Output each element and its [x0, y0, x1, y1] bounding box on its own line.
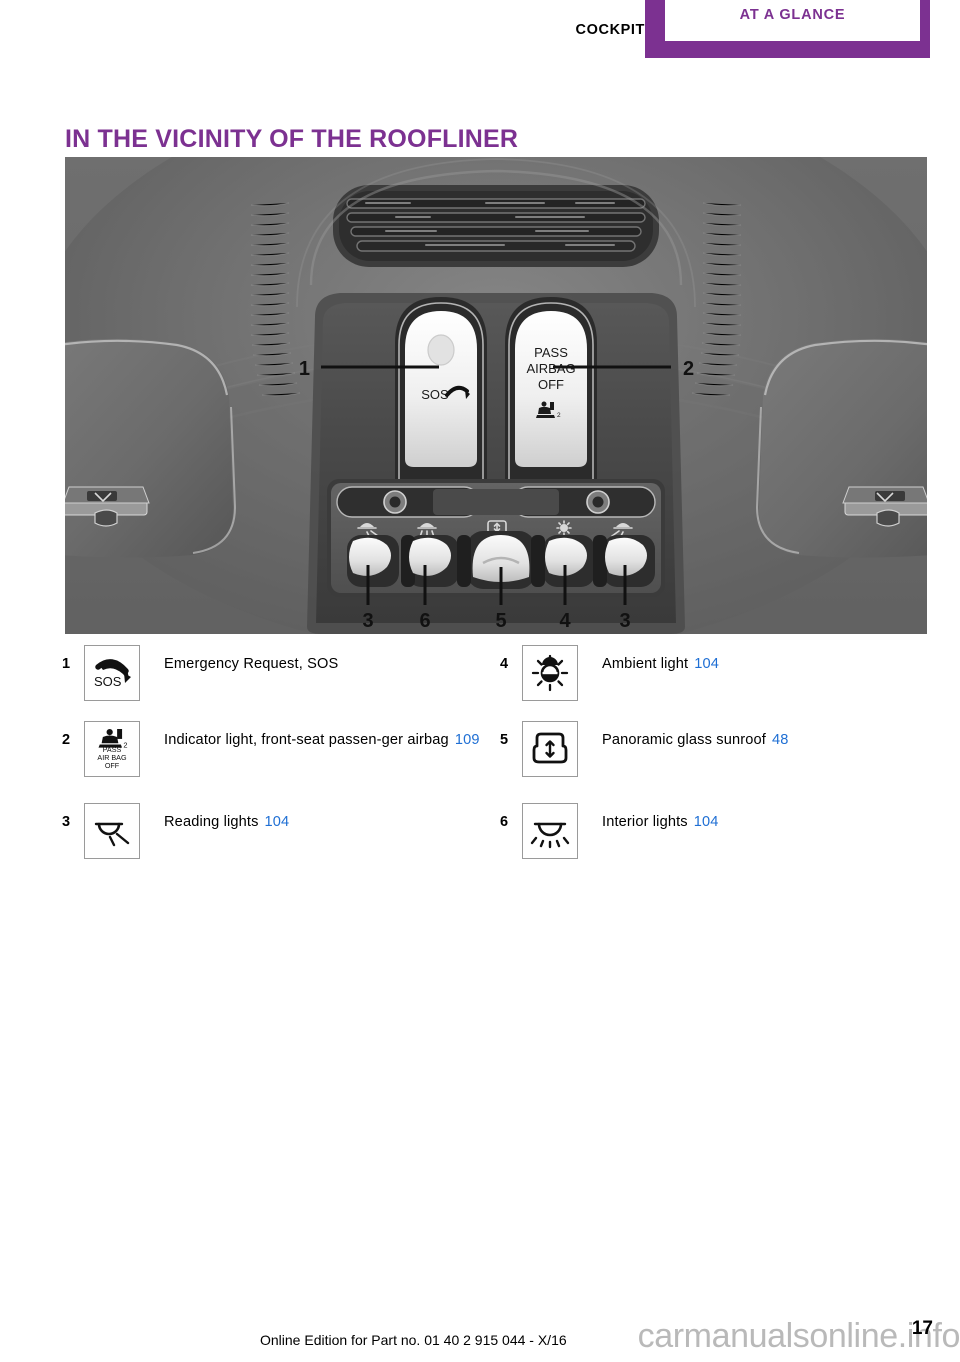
legend-number: 3 [62, 814, 71, 830]
legend-label: Panoramic glass sunroof 48 [602, 721, 930, 751]
legend-label-text: Panoramic glass sunroof [602, 732, 766, 748]
sun-visor-right [755, 338, 927, 558]
legend-label-text: Emergency Request, SOS [164, 656, 339, 672]
photo-callout-6: 6 [419, 610, 430, 632]
interior-light-icon [522, 803, 578, 859]
legend-pageref[interactable]: 104 [694, 656, 719, 672]
legend-pageref[interactable]: 104 [265, 814, 290, 830]
svg-text:2: 2 [557, 412, 561, 419]
header-chapter-label: COCKPIT [575, 22, 645, 38]
legend-label: Interior lights 104 [602, 803, 930, 833]
reading-light-icon [84, 803, 140, 859]
legend-number: 4 [500, 656, 509, 672]
ambient-light-sun-icon [522, 645, 578, 701]
svg-text:OFF: OFF [538, 377, 564, 392]
legend-pageref[interactable]: 48 [772, 732, 789, 748]
panoramic-sunroof-icon [522, 721, 578, 777]
page-number: 17 [911, 1318, 933, 1339]
edition-note: Online Edition for Part no. 01 40 2 915 … [260, 1332, 567, 1348]
photo-callout-3-left: 3 [362, 610, 373, 632]
legend-row-4: 4 Ambient light 104 [500, 645, 930, 711]
legend-row-5: 5 Panoramic glass sunroof 48 [500, 721, 930, 793]
svg-text:2: 2 [683, 358, 694, 380]
page-footer: carmanualsonline.info Online Edition for… [0, 1310, 960, 1362]
photo-callout-5: 5 [495, 610, 506, 632]
legend-label: Ambient light 104 [602, 645, 930, 675]
photo-callout-3-right: 3 [619, 610, 630, 632]
roofliner-photo: SOS PASS AIRBAG OFF 2 1 2 3 6 5 4 3 [65, 157, 927, 634]
legend-label: Reading lights 104 [164, 803, 492, 833]
page-title: IN THE VICINITY OF THE ROOFLINER [65, 124, 519, 153]
legend-number: 2 [62, 732, 71, 748]
legend-label: Indicator light, front-seat passen‑ger a… [164, 721, 492, 751]
page-header: COCKPIT AT A GLANCE [0, 0, 960, 70]
pass-airbag-off-button[interactable]: PASS AIRBAG OFF 2 [515, 311, 587, 467]
sos-phone-icon: SOS [84, 645, 140, 701]
section-tab: AT A GLANCE [645, 0, 930, 58]
legend-row-3: 3 Reading lights 104 [62, 803, 492, 869]
legend-number: 6 [500, 814, 509, 830]
legend-column-right: 4 Ambient light 104 5 Panoramic glass su… [500, 645, 930, 879]
legend-column-left: 1 SOS Emergency Request, SOS 2 2 PASS AI… [62, 645, 492, 879]
legend-row-1: 1 SOS Emergency Request, SOS [62, 645, 492, 711]
legend-pageref[interactable]: 104 [694, 814, 719, 830]
legend-label-text: Ambient light [602, 656, 689, 672]
legend-label-text: Indicator light, front-seat passen‑ger a… [164, 732, 449, 748]
svg-text:PASS: PASS [534, 345, 568, 360]
legend-pageref[interactable]: 109 [455, 732, 480, 748]
roof-control-panel [327, 479, 665, 597]
legend-label-text: Interior lights [602, 814, 688, 830]
legend-label: Emergency Request, SOS [164, 645, 492, 675]
svg-text:SOS: SOS [94, 674, 122, 689]
sos-button-text: SOS [421, 387, 449, 402]
pass-airbag-off-icon: 2 PASS AIR BAG OFF [84, 721, 140, 777]
legend-number: 5 [500, 732, 509, 748]
sun-visor-left [65, 338, 237, 558]
photo-callout-4: 4 [559, 610, 571, 632]
legend-number: 1 [62, 656, 71, 672]
section-tab-label: AT A GLANCE [739, 6, 846, 23]
svg-text:OFF: OFF [105, 761, 120, 770]
legend-row-6: 6 Interior lights 104 [500, 803, 930, 869]
svg-text:1: 1 [299, 358, 310, 380]
legend-label-text: Reading lights [164, 814, 259, 830]
svg-text:2: 2 [123, 741, 127, 750]
legend-row-2: 2 2 PASS AIR BAG OFF Indicator light, fr… [62, 721, 492, 793]
section-tab-inner: AT A GLANCE [665, 0, 920, 41]
roofliner-illustration: SOS PASS AIRBAG OFF 2 1 2 3 6 5 4 3 [65, 157, 927, 634]
sos-button[interactable]: SOS [405, 311, 477, 467]
